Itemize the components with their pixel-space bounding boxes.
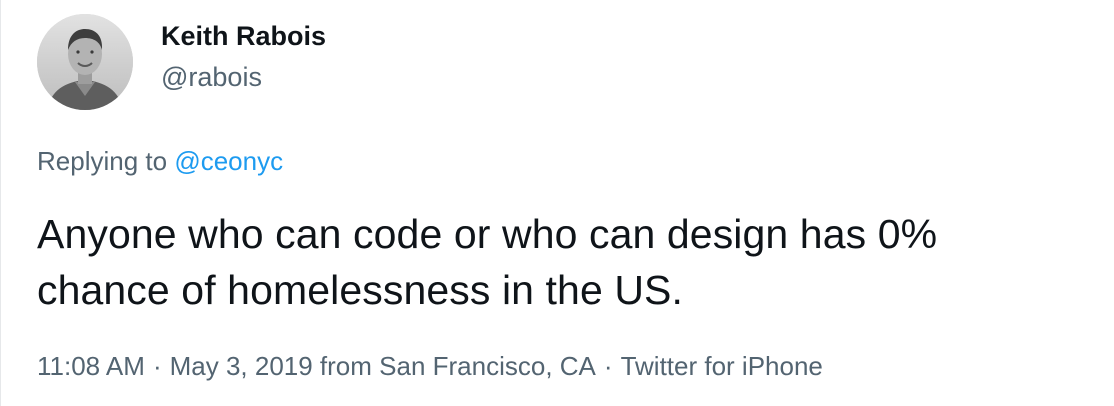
tweet-card: Keith Rabois @rabois Replying to @ceonyc… (0, 0, 1114, 406)
author-display-name[interactable]: Keith Rabois (161, 19, 326, 53)
author-names: Keith Rabois @rabois (161, 9, 326, 105)
tweet-text: Anyone who can code or who can design ha… (37, 206, 1077, 318)
tweet-time[interactable]: 11:08 AM (37, 351, 145, 381)
tweet-header: Keith Rabois @rabois (37, 14, 326, 110)
author-handle[interactable]: @rabois (161, 59, 326, 95)
avatar[interactable] (37, 14, 133, 110)
user-avatar-photo-icon (37, 14, 133, 110)
meta-separator: · (152, 351, 162, 381)
replying-to-label: Replying to (37, 146, 175, 176)
replying-to: Replying to @ceonyc (37, 144, 283, 178)
tweet-text-line: Anyone who can code or who can design ha… (37, 211, 938, 257)
tweet-date-location[interactable]: May 3, 2019 from San Francisco, CA (170, 351, 596, 381)
meta-separator: · (603, 351, 613, 381)
reply-mention-link[interactable]: @ceonyc (174, 146, 283, 176)
tweet-meta: 11:08 AM · May 3, 2019 from San Francisco,… (37, 348, 823, 384)
tweet-text-line: chance of homelessness in the US. (37, 267, 683, 313)
tweet-source[interactable]: Twitter for iPhone (621, 351, 823, 381)
